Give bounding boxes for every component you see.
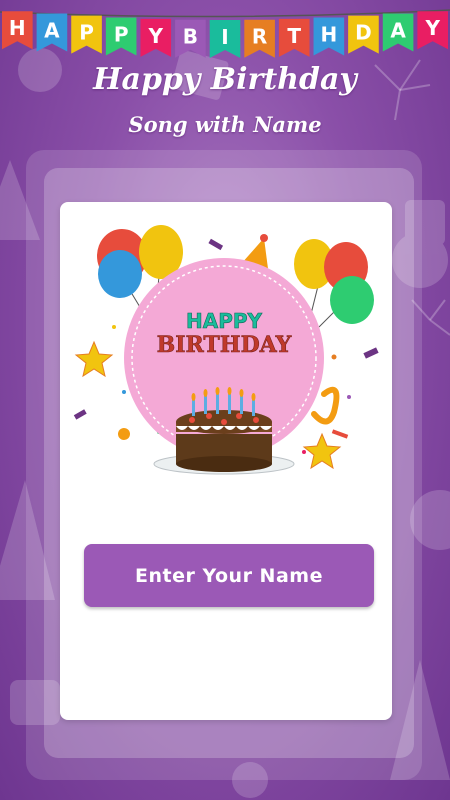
app-title: Happy Birthday: [93, 62, 357, 97]
badge-birthday: BIRTHDAY: [157, 332, 292, 358]
banner-letter: H: [9, 16, 26, 40]
banner-letter: Y: [424, 16, 440, 40]
happy-birthday-banner: HAPPYBIRTHDAY: [0, 9, 450, 58]
badge-happy: HAPPY: [186, 309, 263, 333]
banner-letter: R: [252, 25, 267, 49]
enter-name-button[interactable]: Enter Your Name: [84, 544, 374, 607]
birthday-cake-illustration: HAPPY BIRTHDAY: [73, 225, 379, 475]
banner-letter: P: [114, 22, 129, 46]
banner-letter: A: [44, 19, 60, 43]
banner-letter: D: [355, 21, 372, 45]
banner-letter: I: [221, 25, 228, 49]
banner-letter: P: [79, 21, 94, 45]
banner-letter: H: [320, 22, 337, 46]
star-icon: [74, 340, 114, 378]
banner-letter: A: [390, 19, 406, 43]
banner-letter: B: [183, 25, 198, 49]
app-subtitle: Song with Name: [128, 112, 322, 137]
star-icon: [302, 432, 342, 470]
banner-letter: T: [287, 24, 301, 48]
banner-letter: Y: [148, 24, 164, 48]
